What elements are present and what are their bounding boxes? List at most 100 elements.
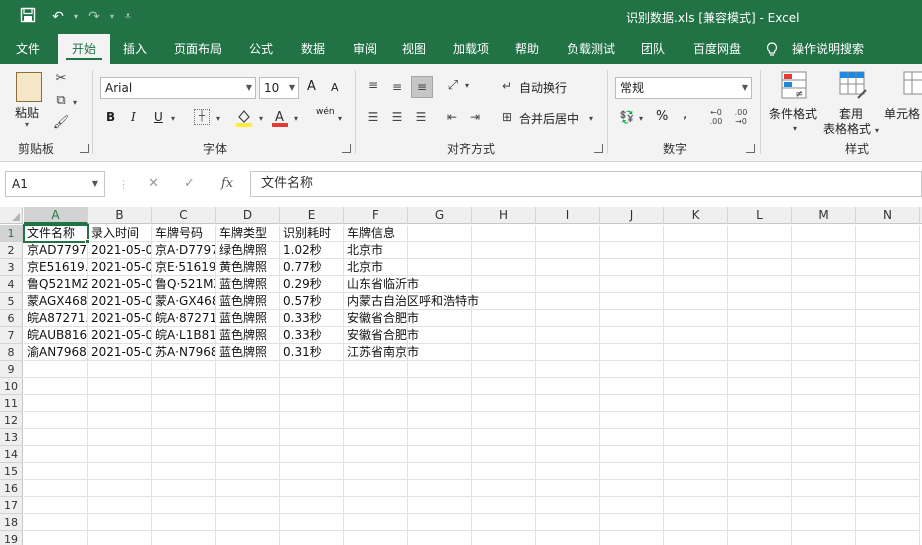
empty-cell[interactable] xyxy=(536,395,600,412)
align-left-icon[interactable]: ☰ xyxy=(364,108,382,126)
empty-cell[interactable] xyxy=(600,242,664,259)
empty-cell[interactable] xyxy=(472,446,536,463)
cell-b1[interactable]: 录入时间 xyxy=(88,225,152,242)
empty-cell[interactable] xyxy=(408,463,472,480)
empty-cell[interactable] xyxy=(728,412,792,429)
empty-cell[interactable] xyxy=(600,225,664,242)
empty-cell[interactable] xyxy=(728,446,792,463)
cell-e8[interactable]: 0.31秒 xyxy=(280,344,344,361)
format-as-table-icon[interactable] xyxy=(838,70,868,100)
empty-cell[interactable] xyxy=(472,531,536,545)
empty-cell[interactable] xyxy=(664,531,728,545)
empty-cell[interactable] xyxy=(664,514,728,531)
empty-cell[interactable] xyxy=(792,225,856,242)
paste-dropdown-icon[interactable]: ▾ xyxy=(25,120,29,129)
empty-cell[interactable] xyxy=(152,446,216,463)
underline-dropdown-icon[interactable]: ▾ xyxy=(168,110,178,128)
empty-cell[interactable] xyxy=(152,463,216,480)
empty-cell[interactable] xyxy=(728,480,792,497)
cell-b7[interactable]: 2021-05-03 xyxy=(88,327,152,344)
cell-e6[interactable]: 0.33秒 xyxy=(280,310,344,327)
fill-handle[interactable] xyxy=(85,239,90,244)
row-header[interactable]: 10 xyxy=(0,378,23,395)
row-header[interactable]: 1 xyxy=(0,225,23,242)
row-header[interactable]: 5 xyxy=(0,293,23,310)
column-header-b[interactable]: B xyxy=(88,207,152,224)
cell-a7[interactable]: 皖AUB816 xyxy=(24,327,88,344)
cell-b6[interactable]: 2021-05-03 xyxy=(88,310,152,327)
empty-cell[interactable] xyxy=(536,276,600,293)
empty-cell[interactable] xyxy=(856,395,920,412)
tab-page-layout[interactable]: 页面布局 xyxy=(166,34,230,64)
empty-cell[interactable] xyxy=(280,463,344,480)
empty-cell[interactable] xyxy=(536,514,600,531)
empty-cell[interactable] xyxy=(600,276,664,293)
cell-c8[interactable]: 苏A·N7968 xyxy=(152,344,216,361)
empty-cell[interactable] xyxy=(152,395,216,412)
alignment-launcher-icon[interactable] xyxy=(594,144,603,153)
grow-font-button[interactable]: A xyxy=(307,79,316,94)
empty-cell[interactable] xyxy=(216,446,280,463)
empty-cell[interactable] xyxy=(536,344,600,361)
empty-cell[interactable] xyxy=(600,259,664,276)
empty-cell[interactable] xyxy=(472,293,536,310)
empty-cell[interactable] xyxy=(856,480,920,497)
undo-dropdown-icon[interactable]: ▾ xyxy=(66,7,86,27)
empty-cell[interactable] xyxy=(856,327,920,344)
empty-cell[interactable] xyxy=(600,344,664,361)
borders-icon[interactable]: ┼ xyxy=(194,109,210,125)
accounting-dropdown-icon[interactable]: ▾ xyxy=(636,110,646,128)
empty-cell[interactable] xyxy=(856,225,920,242)
underline-button[interactable]: U xyxy=(154,110,163,124)
empty-cell[interactable] xyxy=(472,497,536,514)
empty-cell[interactable] xyxy=(536,242,600,259)
column-header-g[interactable]: G xyxy=(408,207,472,224)
empty-cell[interactable] xyxy=(536,310,600,327)
phonetic-button[interactable]: wén xyxy=(316,107,335,117)
increase-indent-icon[interactable]: ⇥ xyxy=(466,108,484,126)
cell-c4[interactable]: 鲁Q·521MZ xyxy=(152,276,216,293)
empty-cell[interactable] xyxy=(536,480,600,497)
empty-cell[interactable] xyxy=(856,531,920,545)
empty-cell[interactable] xyxy=(24,395,88,412)
empty-cell[interactable] xyxy=(344,412,408,429)
empty-cell[interactable] xyxy=(24,480,88,497)
empty-cell[interactable] xyxy=(792,412,856,429)
empty-cell[interactable] xyxy=(152,412,216,429)
empty-cell[interactable] xyxy=(280,446,344,463)
merge-dropdown-icon[interactable]: ▾ xyxy=(586,110,596,128)
empty-cell[interactable] xyxy=(792,497,856,514)
empty-cell[interactable] xyxy=(88,395,152,412)
merge-center-icon[interactable]: ⊞ xyxy=(499,108,515,126)
empty-cell[interactable] xyxy=(728,378,792,395)
font-name-select[interactable]: Arial ▼ xyxy=(100,77,256,99)
tab-file[interactable]: 文件 xyxy=(4,34,52,64)
empty-cell[interactable] xyxy=(600,293,664,310)
empty-cell[interactable] xyxy=(664,310,728,327)
empty-cell[interactable] xyxy=(152,497,216,514)
empty-cell[interactable] xyxy=(472,395,536,412)
row-header[interactable]: 14 xyxy=(0,446,23,463)
empty-cell[interactable] xyxy=(88,514,152,531)
empty-cell[interactable] xyxy=(600,463,664,480)
cell-a6[interactable]: 皖A87271. xyxy=(24,310,88,327)
italic-button[interactable]: I xyxy=(131,110,136,124)
cancel-edit-icon[interactable]: ✕ xyxy=(148,176,159,191)
cell-e1[interactable]: 识别耗时 xyxy=(280,225,344,242)
empty-cell[interactable] xyxy=(88,378,152,395)
empty-cell[interactable] xyxy=(216,395,280,412)
cell-e7[interactable]: 0.33秒 xyxy=(280,327,344,344)
percent-button[interactable]: % xyxy=(656,109,668,124)
cell-d4[interactable]: 蓝色牌照 xyxy=(216,276,280,293)
align-top-icon[interactable]: ≡ xyxy=(364,76,382,94)
copy-dropdown-icon[interactable]: ▾ xyxy=(70,94,80,112)
empty-cell[interactable] xyxy=(280,480,344,497)
empty-cell[interactable] xyxy=(728,463,792,480)
empty-cell[interactable] xyxy=(280,514,344,531)
bold-button[interactable]: B xyxy=(106,110,115,124)
empty-cell[interactable] xyxy=(408,514,472,531)
empty-cell[interactable] xyxy=(344,378,408,395)
empty-cell[interactable] xyxy=(472,480,536,497)
clipboard-launcher-icon[interactable] xyxy=(80,144,89,153)
empty-cell[interactable] xyxy=(344,531,408,545)
